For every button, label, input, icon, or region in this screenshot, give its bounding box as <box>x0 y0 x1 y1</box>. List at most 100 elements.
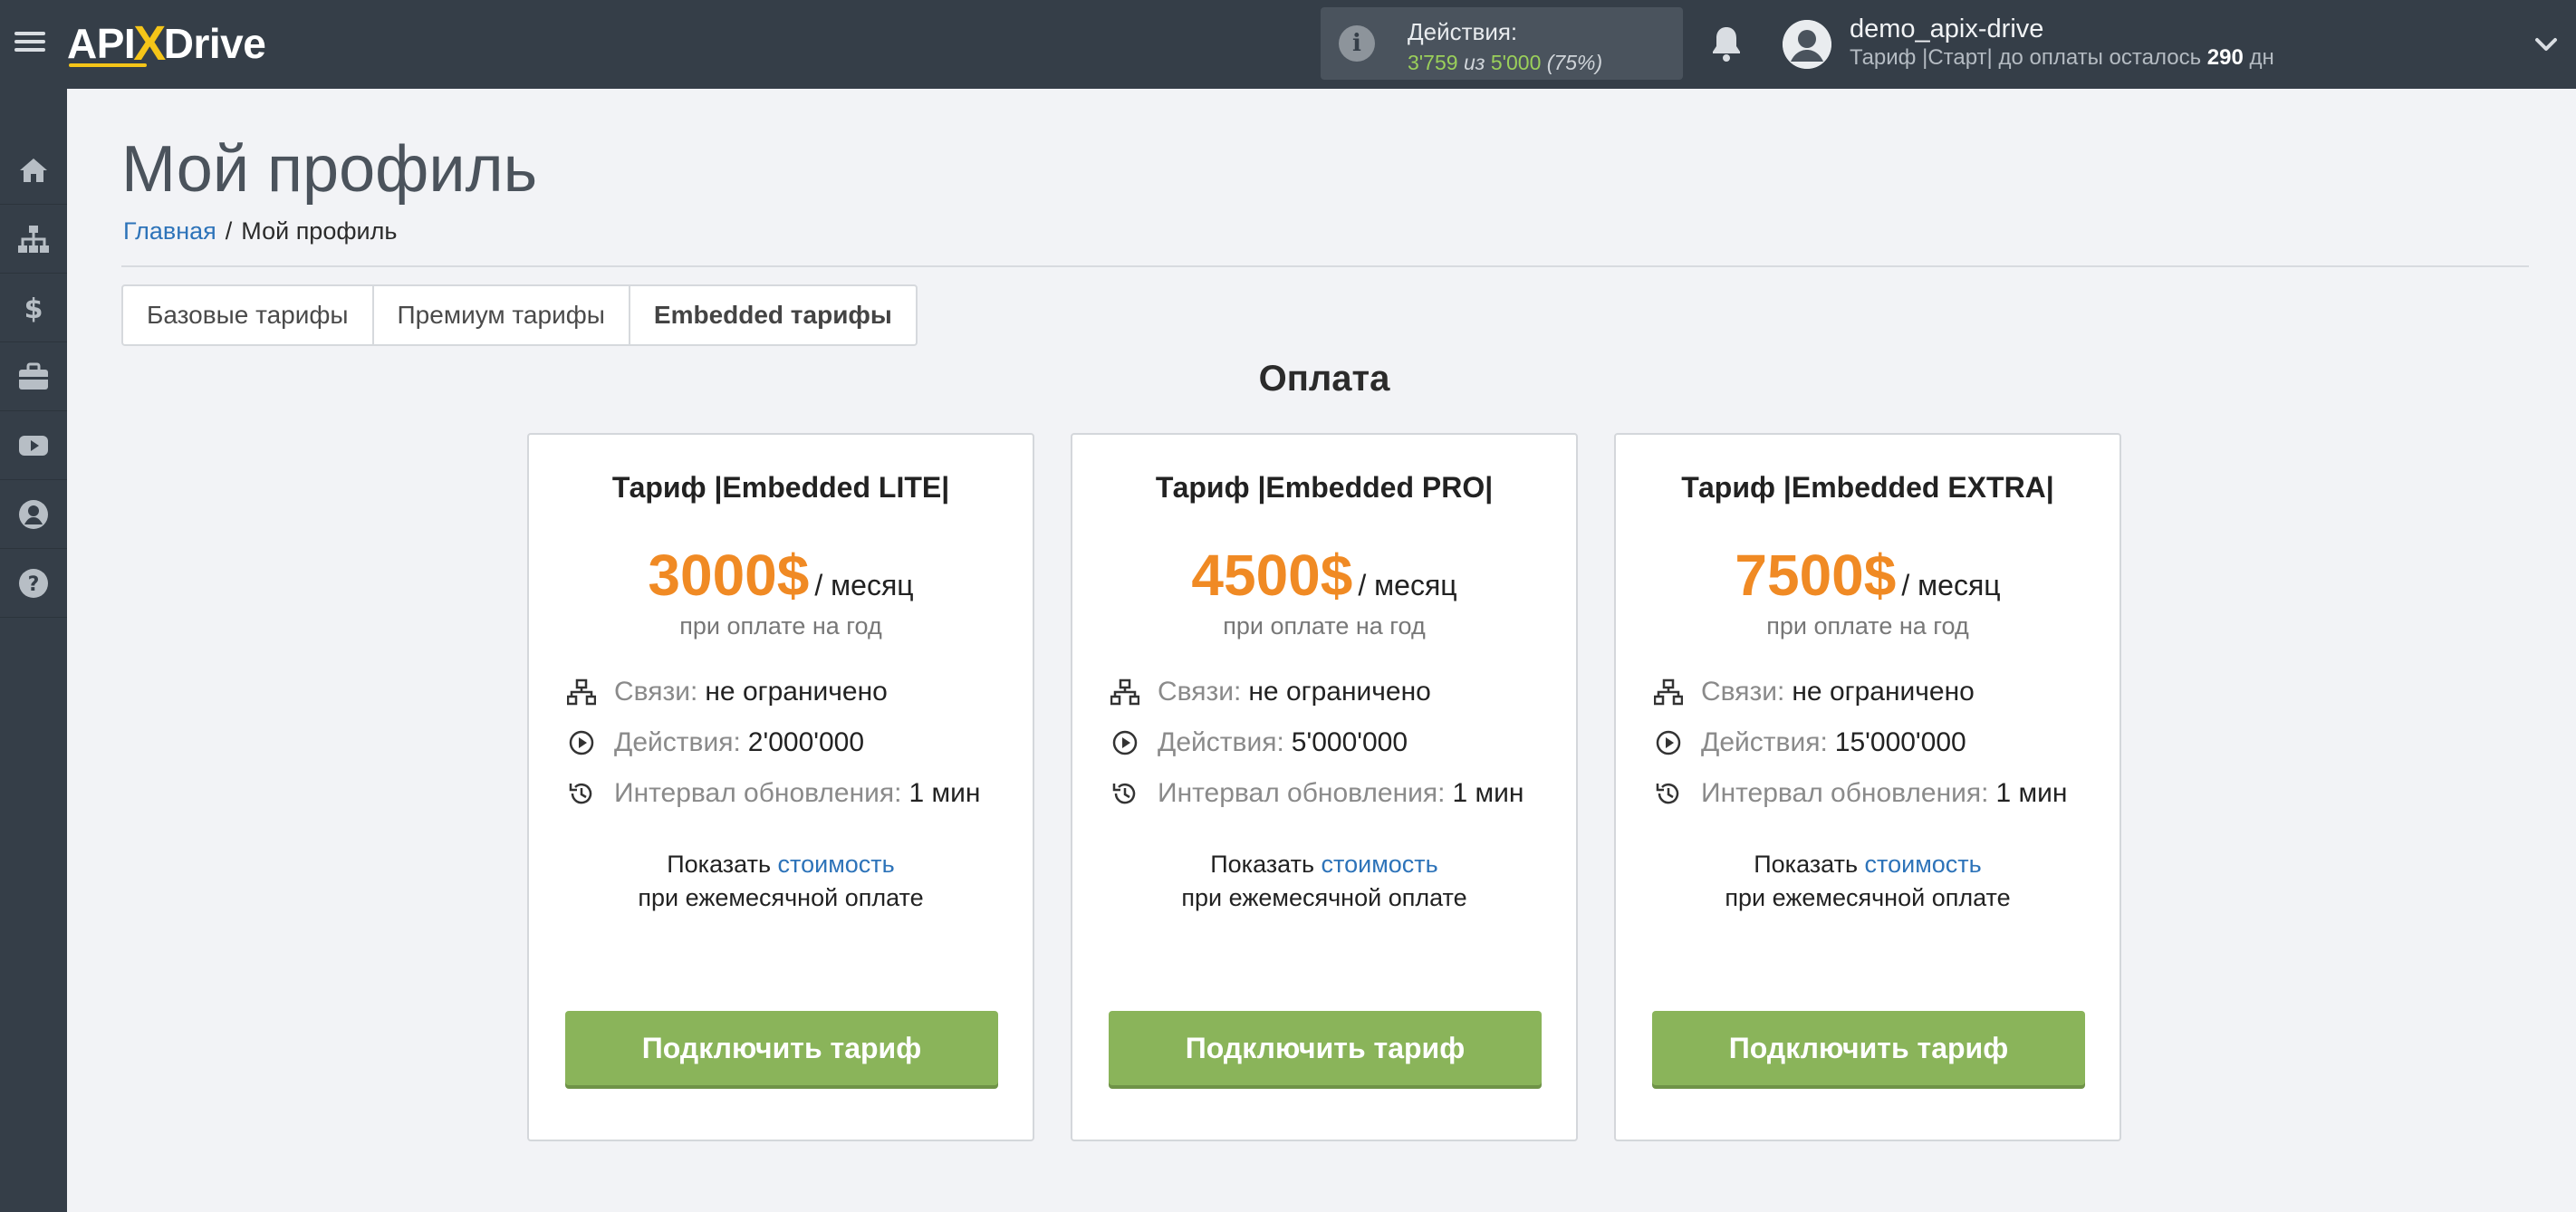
info-icon: i <box>1339 25 1375 62</box>
logo[interactable]: API X Drive <box>67 16 266 71</box>
feature-value: не ограничено <box>1792 677 1975 707</box>
user-icon <box>19 499 48 529</box>
feature-label: Интервал обновления: <box>614 778 902 808</box>
show-monthly-cost-link[interactable]: стоимость <box>778 851 895 878</box>
connect-plan-button[interactable]: Подключить тариф <box>565 1011 998 1085</box>
plan-price: 4500$ / месяц <box>1072 542 1576 609</box>
play-circle-icon <box>569 730 594 755</box>
top-bar: API X Drive i Действия: 3'759 из 5'000 (75… <box>0 0 2576 89</box>
sidebar-item-profile[interactable] <box>0 480 67 549</box>
feature-actions: Действия: 15'000'000 <box>1654 725 1966 761</box>
feature-links: Связи: не ограничено <box>567 674 888 710</box>
feature-interval: Интервал обновления: 1 мин <box>1654 775 2067 812</box>
actions-counter[interactable]: i Действия: 3'759 из 5'000 (75%) <box>1321 7 1683 80</box>
plan-card-pro: Тариф |Embedded PRO| 4500$ / месяц при оп… <box>1071 433 1578 1141</box>
monthly-suffix: при ежемесячной оплате <box>1725 884 2011 911</box>
plan-price-amount: 4500$ <box>1191 543 1353 608</box>
plan-price-amount: 3000$ <box>648 543 810 608</box>
feature-interval: Интервал обновления: 1 мин <box>567 775 980 812</box>
user-plan-days: 290 <box>2206 45 2244 70</box>
help-icon: ? <box>19 568 48 598</box>
divider <box>121 265 2529 267</box>
logo-part-api: API <box>67 20 136 67</box>
connect-plan-button[interactable]: Подключить тариф <box>1109 1011 1542 1085</box>
youtube-icon <box>19 435 48 456</box>
plan-yearly-note: при оплате на год <box>679 612 882 640</box>
sidebar-item-connections[interactable] <box>0 205 67 274</box>
user-plan-prefix: Тариф |Старт| до оплаты осталось <box>1850 45 2202 70</box>
history-icon <box>569 783 592 804</box>
actions-used: 3'759 <box>1408 51 1458 74</box>
breadcrumb-current: Мой профиль <box>241 217 398 245</box>
feature-interval: Интервал обновления: 1 мин <box>1110 775 1523 812</box>
feature-value: не ограничено <box>705 677 888 707</box>
logo-part-drive: Drive <box>163 20 266 67</box>
bell-icon[interactable] <box>1708 24 1745 63</box>
feature-value: 1 мин <box>1995 778 2068 808</box>
plan-price: 3000$ / месяц <box>529 542 1033 609</box>
plan-price-period: / месяц <box>1358 569 1457 601</box>
sitemap-icon <box>567 678 596 706</box>
dollar-icon: $ <box>24 293 43 325</box>
tab-basic[interactable]: Базовые тарифы <box>123 286 374 344</box>
monthly-price-note: Показать стоимость при ежемесячной оплат… <box>1616 848 2119 915</box>
actions-value: 3'759 из 5'000 (75%) <box>1408 51 1602 75</box>
feature-label: Связи: <box>614 677 698 707</box>
actions-of: из <box>1463 51 1485 74</box>
sidebar-item-home[interactable] <box>0 136 67 205</box>
show-monthly-cost-link[interactable]: стоимость <box>1865 851 1982 878</box>
tariff-tabs: Базовые тарифы Премиум тарифы Embedded т… <box>121 284 918 346</box>
menu-icon[interactable] <box>14 27 45 58</box>
monthly-suffix: при ежемесячной оплате <box>1181 884 1467 911</box>
plan-yearly-note: при оплате на год <box>1223 612 1426 640</box>
sidebar-item-help[interactable]: ? <box>0 549 67 618</box>
play-circle-icon <box>1656 730 1681 755</box>
sidebar-item-videos[interactable] <box>0 411 67 480</box>
plan-card-extra: Тариф |Embedded EXTRA| 7500$ / месяц при … <box>1614 433 2121 1141</box>
avatar[interactable] <box>1783 20 1831 69</box>
plan-title: Тариф |Embedded EXTRA| <box>1681 471 2054 504</box>
plan-yearly-note: при оплате на год <box>1766 612 1969 640</box>
feature-label: Действия: <box>614 727 741 757</box>
plan-price-period: / месяц <box>814 569 914 601</box>
feature-label: Интервал обновления: <box>1158 778 1446 808</box>
feature-label: Действия: <box>1158 727 1284 757</box>
monthly-price-note: Показать стоимость при ежемесячной оплат… <box>529 848 1033 915</box>
section-title: Оплата <box>1258 359 1390 399</box>
play-circle-icon <box>1112 730 1138 755</box>
feature-links: Связи: не ограничено <box>1654 674 1975 710</box>
feature-value: 5'000'000 <box>1291 727 1408 757</box>
feature-value: 15'000'000 <box>1834 727 1966 757</box>
connect-plan-button[interactable]: Подключить тариф <box>1652 1011 2085 1085</box>
sidebar-item-billing[interactable]: $ <box>0 274 67 342</box>
monthly-prefix: Показать <box>1754 851 1859 878</box>
plan-price-period: / месяц <box>1901 569 2001 601</box>
user-plan-info: Тариф |Старт| до оплаты осталось 290 дн <box>1850 45 2274 71</box>
actions-percent: (75%) <box>1546 51 1603 74</box>
history-icon <box>1656 783 1679 804</box>
user-plan-days-suffix: дн <box>2249 45 2274 70</box>
monthly-price-note: Показать стоимость при ежемесячной оплат… <box>1072 848 1576 915</box>
feature-links: Связи: не ограничено <box>1110 674 1431 710</box>
feature-value: не ограничено <box>1248 677 1431 707</box>
feature-value: 1 мин <box>1452 778 1524 808</box>
feature-value: 2'000'000 <box>747 727 865 757</box>
chevron-down-icon[interactable] <box>2534 33 2558 56</box>
plan-price: 7500$ / месяц <box>1616 542 2119 609</box>
tab-premium[interactable]: Премиум тарифы <box>374 286 630 344</box>
monthly-prefix: Показать <box>1210 851 1315 878</box>
svg-text:$: $ <box>24 293 43 325</box>
sitemap-icon <box>1654 678 1683 706</box>
feature-label: Связи: <box>1158 677 1242 707</box>
plan-title: Тариф |Embedded PRO| <box>1155 471 1494 504</box>
plan-price-amount: 7500$ <box>1735 543 1897 608</box>
page-title: Мой профиль <box>121 133 538 206</box>
show-monthly-cost-link[interactable]: стоимость <box>1322 851 1438 878</box>
user-name[interactable]: demo_apix-drive <box>1850 14 2043 44</box>
tab-embedded[interactable]: Embedded тарифы <box>630 286 916 344</box>
breadcrumb: Главная / Мой профиль <box>123 217 397 245</box>
feature-label: Действия: <box>1701 727 1828 757</box>
monthly-prefix: Показать <box>667 851 772 878</box>
breadcrumb-home-link[interactable]: Главная <box>123 217 216 245</box>
feature-label: Связи: <box>1701 677 1785 707</box>
